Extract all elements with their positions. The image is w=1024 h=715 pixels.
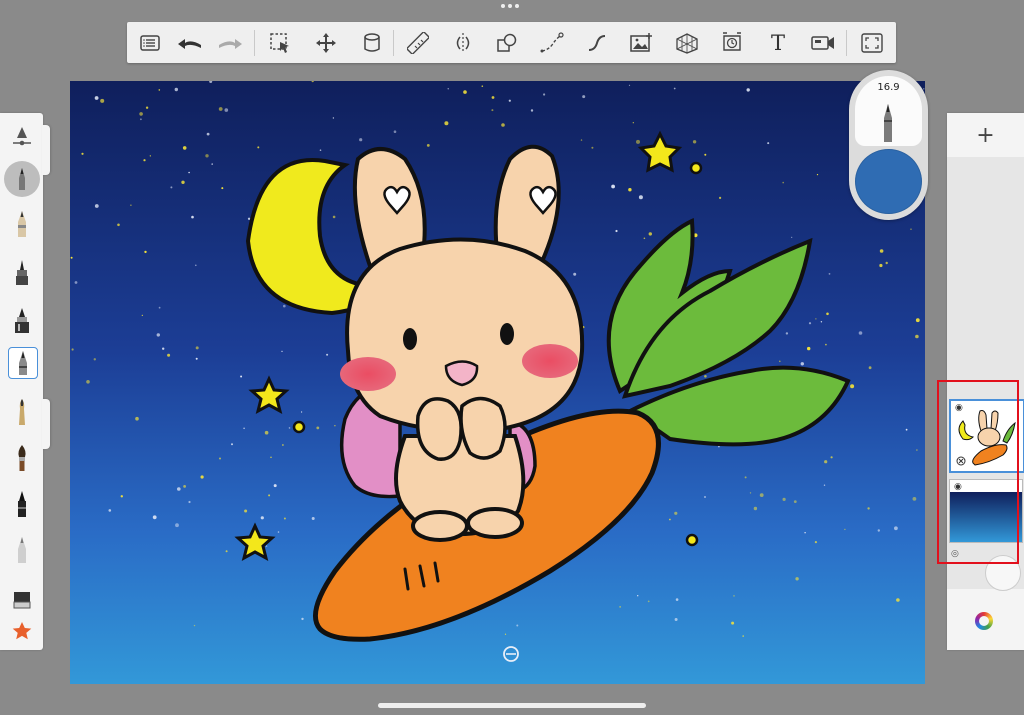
technical-pen-icon[interactable]: [8, 257, 36, 287]
brush-palette: [0, 113, 43, 650]
soft-pencil-icon[interactable]: [8, 535, 36, 565]
home-indicator[interactable]: [378, 703, 646, 708]
brush-palette-handle[interactable]: [42, 125, 50, 175]
symmetry-icon[interactable]: [450, 30, 476, 56]
shapes-icon[interactable]: [494, 30, 520, 56]
text-icon[interactable]: T: [765, 30, 791, 56]
marker-brush-icon[interactable]: [8, 305, 36, 335]
eraser-icon[interactable]: [8, 585, 36, 615]
brush-size-control[interactable]: 16.9: [855, 76, 922, 146]
toolbar-divider: [846, 30, 847, 56]
felt-pen-icon[interactable]: [8, 489, 36, 519]
perspective-icon[interactable]: [674, 30, 700, 56]
brush-puck[interactable]: 16.9: [849, 70, 928, 220]
brush-properties-icon[interactable]: [8, 121, 36, 151]
current-brush-icon[interactable]: [4, 161, 40, 197]
favorites-star-icon[interactable]: [8, 616, 36, 646]
transform-icon[interactable]: [313, 30, 339, 56]
pencil-brush-icon[interactable]: [8, 209, 36, 239]
time-lapse-icon[interactable]: [719, 30, 745, 56]
add-layer-button[interactable]: +: [947, 113, 1024, 158]
layers-highlight-box: [937, 380, 1019, 564]
toolbar-divider: [254, 30, 255, 56]
brush-size-value: 16.9: [877, 82, 900, 93]
selection-icon[interactable]: [267, 30, 293, 56]
redo-icon[interactable]: [217, 30, 243, 56]
curve-icon[interactable]: [584, 30, 610, 56]
lines-icon[interactable]: [539, 30, 565, 56]
undo-icon[interactable]: [177, 30, 203, 56]
airbrush-icon[interactable]: [8, 347, 38, 379]
fill-icon[interactable]: [359, 30, 385, 56]
multitasking-dots[interactable]: [501, 4, 519, 8]
add-image-icon[interactable]: [629, 30, 655, 56]
ink-brush-icon[interactable]: [8, 397, 36, 427]
ruler-icon[interactable]: [405, 30, 431, 56]
brush-preview-icon: [884, 104, 892, 142]
fullscreen-icon[interactable]: [859, 30, 885, 56]
toolbar-divider: [393, 30, 394, 56]
drawing-canvas[interactable]: [70, 81, 925, 684]
record-icon[interactable]: [810, 30, 836, 56]
top-toolbar: T: [127, 22, 896, 63]
brush-palette-handle[interactable]: [42, 399, 50, 449]
color-wheel-icon[interactable]: [975, 612, 993, 630]
menu-icon[interactable]: [137, 30, 163, 56]
paint-brush-icon[interactable]: [8, 443, 36, 473]
color-swatch[interactable]: [855, 149, 922, 214]
